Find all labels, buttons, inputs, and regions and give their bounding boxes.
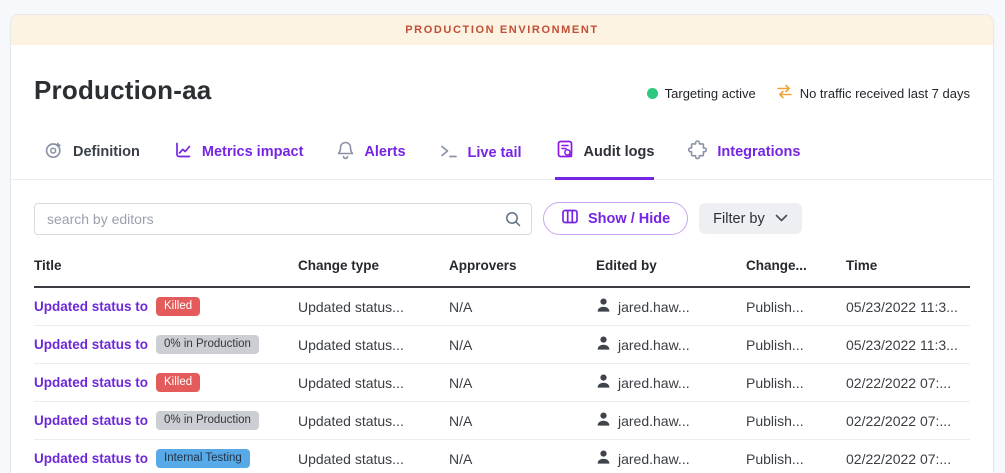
table-row[interactable]: Updated status to Internal Testing Updat…: [34, 440, 970, 473]
edited-by-cell: jared.haw...: [596, 373, 746, 392]
metrics-icon: [173, 140, 193, 164]
filter-by-label: Filter by: [713, 211, 765, 227]
status-badge: Killed: [156, 297, 200, 316]
status-badge: 0% in Production: [156, 335, 259, 354]
change-cell: Publish...: [746, 413, 846, 429]
row-title-link[interactable]: Updated status to: [34, 299, 148, 314]
person-icon: [596, 411, 611, 430]
tab-live-tail-label: Live tail: [468, 145, 522, 161]
change-type-cell: Updated status...: [298, 337, 449, 353]
person-icon: [596, 335, 611, 354]
column-time: Time: [846, 258, 970, 273]
change-type-cell: Updated status...: [298, 299, 449, 315]
status-badge: Internal Testing: [156, 449, 250, 468]
search-input[interactable]: [34, 203, 532, 235]
edited-by-name: jared.haw...: [618, 375, 690, 391]
column-change: Change...: [746, 258, 846, 273]
time-cell: 05/23/2022 11:3...: [846, 337, 970, 353]
table-header: Title Change type Approvers Edited by Ch…: [34, 252, 970, 288]
table-row[interactable]: Updated status to Killed Updated status.…: [34, 364, 970, 402]
tab-metrics-impact-label: Metrics impact: [202, 144, 304, 160]
tab-audit-logs[interactable]: Audit logs: [555, 139, 655, 180]
definition-icon: [44, 140, 64, 164]
edited-by-cell: jared.haw...: [596, 335, 746, 354]
green-dot-icon: [647, 88, 658, 99]
tab-audit-logs-label: Audit logs: [584, 144, 655, 160]
tab-live-tail[interactable]: Live tail: [439, 142, 522, 180]
tab-metrics-impact[interactable]: Metrics impact: [173, 140, 304, 180]
traffic-status-label: No traffic received last 7 days: [800, 86, 970, 101]
tab-alerts-label: Alerts: [364, 144, 405, 160]
time-cell: 02/22/2022 07:...: [846, 451, 970, 467]
change-cell: Publish...: [746, 337, 846, 353]
terminal-icon: [439, 142, 459, 164]
columns-icon: [561, 208, 579, 229]
audit-log-table: Title Change type Approvers Edited by Ch…: [11, 252, 993, 473]
audit-log-toolbar: Show / Hide Filter by: [11, 202, 993, 235]
approvers-cell: N/A: [449, 299, 596, 315]
tab-definition[interactable]: Definition: [44, 140, 140, 180]
status-badge: 0% in Production: [156, 411, 259, 430]
tab-integrations[interactable]: Integrations: [687, 139, 800, 180]
time-cell: 02/22/2022 07:...: [846, 413, 970, 429]
column-edited-by: Edited by: [596, 258, 746, 273]
column-change-type: Change type: [298, 258, 449, 273]
audit-log-icon: [555, 139, 575, 164]
edited-by-cell: jared.haw...: [596, 297, 746, 316]
tab-integrations-label: Integrations: [717, 144, 800, 160]
row-title-link[interactable]: Updated status to: [34, 375, 148, 390]
edited-by-name: jared.haw...: [618, 413, 690, 429]
page-title: Production-aa: [34, 75, 211, 106]
edited-by-name: jared.haw...: [618, 299, 690, 315]
targeting-status-label: Targeting active: [665, 86, 756, 101]
table-row[interactable]: Updated status to Killed Updated status.…: [34, 288, 970, 326]
person-icon: [596, 373, 611, 392]
person-icon: [596, 449, 611, 468]
row-title-link[interactable]: Updated status to: [34, 337, 148, 352]
status-badge: Killed: [156, 373, 200, 392]
tab-alerts[interactable]: Alerts: [336, 140, 405, 180]
traffic-arrows-icon: [776, 84, 793, 102]
approvers-cell: N/A: [449, 337, 596, 353]
approvers-cell: N/A: [449, 451, 596, 467]
page-header: Production-aa Targeting active No traffi…: [11, 45, 993, 106]
production-environment-banner: PRODUCTION ENVIRONMENT: [11, 15, 993, 45]
row-title-link[interactable]: Updated status to: [34, 413, 148, 428]
approvers-cell: N/A: [449, 375, 596, 391]
change-cell: Publish...: [746, 451, 846, 467]
bell-icon: [336, 140, 355, 164]
column-approvers: Approvers: [449, 258, 596, 273]
edited-by-name: jared.haw...: [618, 337, 690, 353]
filter-by-button[interactable]: Filter by: [699, 203, 802, 234]
change-cell: Publish...: [746, 375, 846, 391]
edited-by-cell: jared.haw...: [596, 411, 746, 430]
table-row[interactable]: Updated status to 0% in Production Updat…: [34, 402, 970, 440]
tab-definition-label: Definition: [73, 144, 140, 160]
change-type-cell: Updated status...: [298, 413, 449, 429]
column-title: Title: [34, 258, 298, 273]
tab-bar: Definition Metrics impact Alerts Live ta…: [11, 139, 993, 180]
search-box: [34, 203, 532, 235]
edited-by-name: jared.haw...: [618, 451, 690, 467]
chevron-down-icon: [775, 211, 788, 227]
banner-label: PRODUCTION ENVIRONMENT: [405, 24, 598, 36]
time-cell: 02/22/2022 07:...: [846, 375, 970, 391]
search-icon: [504, 210, 522, 233]
person-icon: [596, 297, 611, 316]
targeting-status: Targeting active: [647, 86, 756, 101]
edited-by-cell: jared.haw...: [596, 449, 746, 468]
row-title-link[interactable]: Updated status to: [34, 451, 148, 466]
table-row[interactable]: Updated status to 0% in Production Updat…: [34, 326, 970, 364]
show-hide-button[interactable]: Show / Hide: [543, 202, 688, 235]
time-cell: 05/23/2022 11:3...: [846, 299, 970, 315]
change-type-cell: Updated status...: [298, 451, 449, 467]
status-indicators: Targeting active No traffic received las…: [647, 84, 970, 106]
change-type-cell: Updated status...: [298, 375, 449, 391]
approvers-cell: N/A: [449, 413, 596, 429]
change-cell: Publish...: [746, 299, 846, 315]
traffic-status: No traffic received last 7 days: [776, 84, 970, 102]
environment-card: PRODUCTION ENVIRONMENT Production-aa Tar…: [10, 14, 994, 473]
show-hide-label: Show / Hide: [588, 211, 670, 227]
puzzle-icon: [687, 139, 708, 164]
